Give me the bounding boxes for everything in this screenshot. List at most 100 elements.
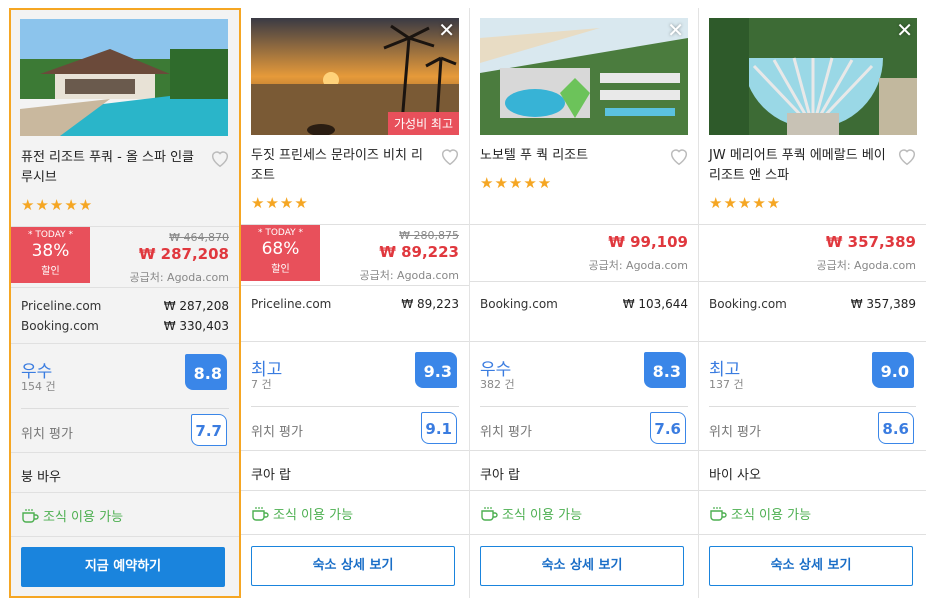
area-name: 쿠아 랍 (480, 468, 521, 483)
hotel-name[interactable]: JW 메리어트 푸쿽 에메랄드 베이 리조트 앤 스파 (709, 146, 889, 186)
review-count[interactable]: 7 건 (251, 376, 272, 392)
hotel-card-1[interactable]: 퓨전 리조트 푸쿼 - 올 스파 인클루시브 ★★★★★ * TODAY * 3… (9, 8, 241, 598)
hotel-name[interactable]: 노보텔 푸 쿽 리조트 (480, 146, 660, 166)
breakfast-info: 조식 이용 가능 (480, 504, 582, 523)
area-name: 바이 사오 (709, 468, 761, 483)
supplier-label: 공급처: Agoda.com (588, 259, 688, 272)
other-price-row[interactable]: Priceline.com ₩ 287,208 (21, 296, 229, 316)
divider (699, 450, 926, 451)
site-name: Booking.com (709, 297, 787, 311)
divider (470, 450, 698, 451)
other-price-row[interactable]: Priceline.com ₩ 89,223 (251, 294, 459, 314)
deal-today-label: * TODAY * (27, 230, 74, 240)
hotel-photo[interactable]: ✕ (480, 18, 688, 135)
location-label: 위치 평가 (251, 425, 303, 440)
site-name: Priceline.com (251, 297, 332, 311)
breakfast-info: 조식 이용 가능 (251, 504, 353, 523)
hotel-card-3[interactable]: ✕ 노보텔 푸 쿽 리조트 ★★★★★ ₩ 99,109 공급처: Agoda.… (470, 8, 699, 598)
breakfast-label: 조식 이용 가능 (731, 508, 812, 523)
view-details-button[interactable]: 숙소 상세 보기 (480, 546, 684, 586)
deal-today-label: * TODAY * (257, 228, 304, 238)
divider (709, 406, 916, 407)
divider (470, 534, 698, 535)
divider (699, 490, 926, 491)
breakfast-label: 조식 이용 가능 (502, 508, 583, 523)
deal-percent: 68% (261, 239, 300, 259)
heart-icon[interactable] (439, 145, 461, 167)
heart-icon[interactable] (896, 145, 918, 167)
close-icon[interactable]: ✕ (667, 20, 684, 40)
heart-icon[interactable] (209, 147, 231, 169)
hotel-photo[interactable]: ✕ 가성비 최고 (251, 18, 459, 135)
site-price: ₩ 287,208 (163, 299, 229, 313)
hotel-comparison: 퓨전 리조트 푸쿼 - 올 스파 인클루시브 ★★★★★ * TODAY * 3… (0, 0, 926, 604)
hotel-name[interactable]: 두짓 프린세스 문라이즈 비치 리조트 (251, 146, 431, 186)
review-count[interactable]: 382 건 (480, 376, 515, 392)
coffee-cup-icon (22, 508, 39, 523)
other-price-row[interactable]: Booking.com ₩ 357,389 (709, 294, 916, 314)
other-prices-list: Booking.com ₩ 103,644 (480, 294, 688, 314)
hotel-name[interactable]: 퓨전 리조트 푸쿼 - 올 스파 인클루시브 (21, 148, 201, 188)
other-price-row[interactable]: Booking.com ₩ 103,644 (480, 294, 688, 314)
hotel-card-2[interactable]: ✕ 가성비 최고 두짓 프린세스 문라이즈 비치 리조트 ★★★★ * TODA… (241, 8, 470, 598)
score-badge: 8.3 (644, 352, 686, 388)
original-price: ₩ 464,870 (169, 231, 229, 244)
divider (241, 534, 469, 535)
location-score-badge: 9.1 (421, 412, 457, 444)
divider (11, 343, 239, 344)
location-score-badge: 7.6 (650, 412, 686, 444)
location-label: 위치 평가 (709, 425, 761, 440)
other-prices-list: Priceline.com ₩ 89,223 (251, 294, 459, 314)
price-section[interactable]: * TODAY * 68% 할인 ₩ 280,875 ₩ 89,223 공급처:… (241, 224, 469, 286)
review-count[interactable]: 137 건 (709, 376, 744, 392)
close-icon[interactable]: ✕ (896, 20, 913, 40)
site-name: Priceline.com (21, 299, 102, 313)
original-price: ₩ 280,875 (399, 229, 459, 242)
supplier-label: 공급처: Agoda.com (816, 259, 916, 272)
divider (251, 406, 459, 407)
price[interactable]: ₩ 99,109 (608, 233, 688, 251)
deal-off-label: 할인 (271, 264, 290, 275)
close-icon[interactable]: ✕ (438, 20, 455, 40)
deal-percent: 38% (31, 241, 70, 261)
book-now-button[interactable]: 지금 예약하기 (21, 547, 225, 587)
divider (21, 408, 229, 409)
deal-price[interactable]: ₩ 287,208 (139, 245, 229, 263)
other-prices-list: Priceline.com ₩ 287,208 Booking.com ₩ 330,… (21, 296, 229, 336)
star-rating: ★★★★★ (709, 194, 782, 212)
deal-price[interactable]: ₩ 89,223 (379, 243, 459, 261)
site-price: ₩ 357,389 (850, 297, 916, 311)
location-label: 위치 평가 (21, 427, 73, 442)
price[interactable]: ₩ 357,389 (826, 233, 916, 251)
hotel-card-4[interactable]: ✕ JW 메리어트 푸쿽 에메랄드 베이 리조트 앤 스파 ★★★★★ ₩ 35… (699, 8, 926, 598)
best-value-badge: 가성비 최고 (387, 112, 459, 135)
area-name: 붕 바우 (21, 470, 62, 485)
other-price-row[interactable]: Booking.com ₩ 330,403 (21, 316, 229, 336)
location-score-badge: 8.6 (878, 412, 914, 444)
view-details-button[interactable]: 숙소 상세 보기 (709, 546, 913, 586)
star-rating: ★★★★★ (21, 196, 94, 214)
other-prices-list: Booking.com ₩ 357,389 (709, 294, 916, 314)
heart-icon[interactable] (668, 145, 690, 167)
hotel-photo[interactable]: ✕ (709, 18, 917, 135)
hotel-photo[interactable] (20, 19, 228, 136)
review-count[interactable]: 154 건 (21, 378, 56, 394)
divider (699, 341, 926, 342)
coffee-cup-icon (710, 506, 727, 521)
coffee-cup-icon (252, 506, 269, 521)
score-badge: 8.8 (185, 354, 227, 390)
divider (480, 406, 688, 407)
score-badge: 9.3 (415, 352, 457, 388)
divider (241, 450, 469, 451)
supplier-label: 공급처: Agoda.com (359, 269, 459, 282)
price-section[interactable]: ₩ 99,109 공급처: Agoda.com (470, 224, 698, 282)
divider (241, 341, 469, 342)
price-section[interactable]: * TODAY * 38% 할인 ₩ 464,870 ₩ 287,208 공급처… (11, 226, 239, 288)
price-section[interactable]: ₩ 357,389 공급처: Agoda.com (699, 224, 926, 282)
site-price: ₩ 89,223 (401, 297, 459, 311)
breakfast-label: 조식 이용 가능 (273, 508, 354, 523)
divider (11, 452, 239, 453)
score-badge: 9.0 (872, 352, 914, 388)
deal-badge: * TODAY * 38% 할인 (11, 227, 90, 283)
view-details-button[interactable]: 숙소 상세 보기 (251, 546, 455, 586)
